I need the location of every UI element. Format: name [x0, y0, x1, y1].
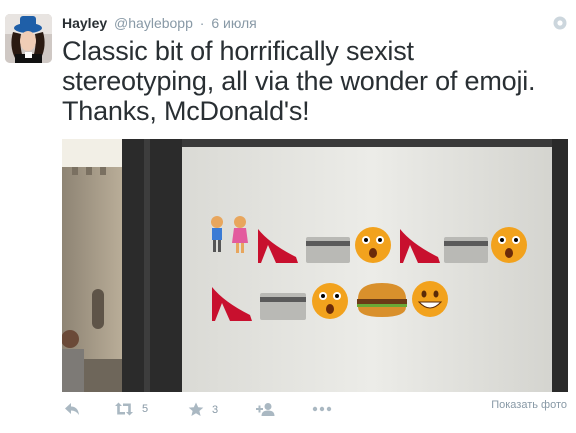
separator-dot: · — [199, 15, 205, 31]
emoji-hamburger — [357, 283, 407, 317]
author-name[interactable]: Hayley — [62, 15, 107, 31]
follow-user-button[interactable] — [256, 402, 276, 417]
emoji-scared-face-1 — [355, 227, 391, 263]
emoji-scared-face-3 — [312, 283, 348, 319]
show-photo-link[interactable]: Показать фото — [491, 399, 567, 411]
author-handle[interactable]: @hayleboрр — [114, 15, 193, 31]
emoji-credit-card-3 — [260, 293, 306, 320]
emoji-scared-face-2 — [491, 227, 527, 263]
retweet-icon — [115, 402, 133, 416]
reply-button[interactable] — [64, 402, 80, 416]
emoji-credit-card-2 — [444, 237, 488, 263]
frame-post — [122, 139, 182, 392]
more-button[interactable] — [312, 402, 332, 416]
emoji-grinning-face — [412, 281, 448, 317]
photo-illustration — [62, 139, 568, 392]
follow-icon[interactable] — [553, 16, 567, 30]
favorite-button[interactable]: 3 — [188, 402, 218, 417]
timestamp[interactable]: 6 июля — [211, 15, 256, 31]
star-icon — [188, 402, 204, 416]
add-user-icon — [256, 403, 275, 416]
tweet-header: Hayley @hayleboрр · 6 июля — [62, 15, 257, 32]
favorite-count: 3 — [212, 403, 219, 416]
tweet-text: Classic bit of horrifically sexist stere… — [62, 36, 536, 126]
avatar[interactable] — [5, 14, 52, 63]
glass-panel — [182, 147, 562, 392]
retweet-count: 5 — [142, 403, 149, 415]
tweet-photo[interactable] — [62, 139, 568, 392]
tweet: Hayley @hayleboрр · 6 июля Classic bit o… — [0, 0, 576, 433]
emoji-credit-card-1 — [306, 237, 350, 263]
more-dots-icon — [312, 406, 332, 412]
retweet-button[interactable]: 5 — [114, 402, 148, 416]
reply-icon — [65, 403, 79, 415]
